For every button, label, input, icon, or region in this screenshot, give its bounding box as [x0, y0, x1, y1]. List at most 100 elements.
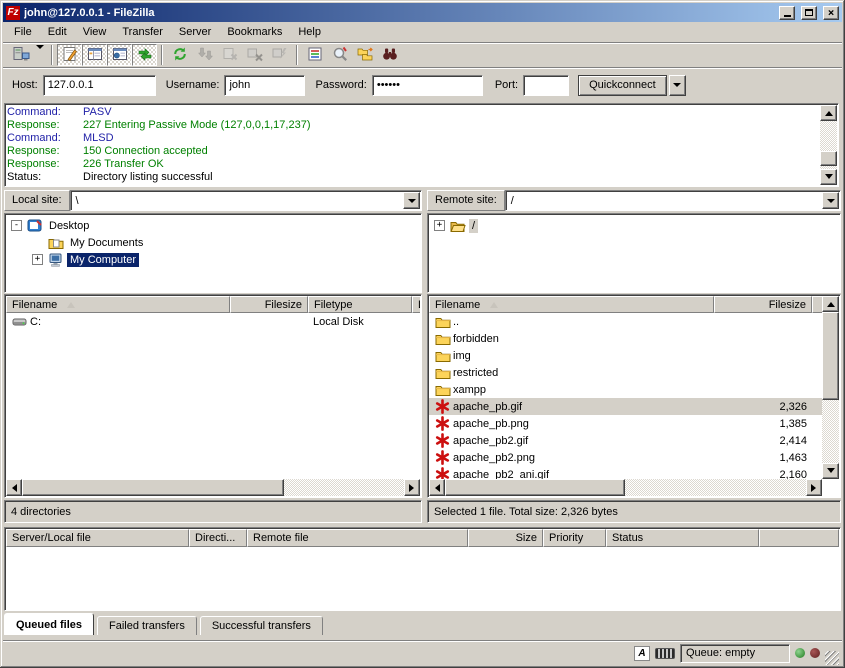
remote-file-row[interactable]: apache_pb.png1,385: [429, 415, 822, 432]
column-header-filename[interactable]: Filename: [429, 296, 714, 313]
title-bar[interactable]: Fz john@127.0.0.1 - FileZilla ×: [3, 3, 842, 22]
column-header-status[interactable]: Status: [606, 529, 759, 547]
port-input[interactable]: [523, 75, 569, 96]
remote-cell-filesize: [714, 381, 812, 398]
refresh-icon: [172, 46, 188, 65]
menu-item-transfer[interactable]: Transfer: [114, 23, 171, 41]
menu-item-edit[interactable]: Edit: [40, 23, 75, 41]
tab-queued-files[interactable]: Queued files: [4, 613, 94, 635]
message-log-scrollbar[interactable]: [820, 105, 837, 185]
column-header-server-local-file[interactable]: Server/Local file: [6, 529, 189, 547]
tab-failed-transfers[interactable]: Failed transfers: [97, 616, 197, 635]
scrollbar-thumb[interactable]: [22, 479, 284, 496]
synchronized-browsing-button[interactable]: [352, 44, 377, 66]
expand-plus-icon[interactable]: +: [434, 220, 445, 231]
column-header-filetype[interactable]: Filetype: [308, 296, 412, 313]
remote-file-row[interactable]: restricted: [429, 364, 822, 381]
scroll-left-button[interactable]: [429, 479, 445, 496]
menu-item-view[interactable]: View: [75, 23, 115, 41]
scrollbar-thumb[interactable]: [445, 479, 625, 496]
find-files-button[interactable]: [377, 44, 402, 66]
remote-file-row[interactable]: ..: [429, 313, 822, 330]
remote-file-row[interactable]: xampp: [429, 381, 822, 398]
local-hscrollbar[interactable]: [6, 479, 420, 496]
scroll-right-button[interactable]: [806, 479, 822, 496]
collapse-minus-icon[interactable]: -: [11, 220, 22, 231]
local-cell-filesize: [230, 313, 308, 330]
remote-site-combo[interactable]: /: [505, 190, 841, 211]
tree-item--[interactable]: +/: [428, 217, 840, 234]
menu-item-bookmarks[interactable]: Bookmarks: [219, 23, 290, 41]
local-cell-filename: C:: [6, 313, 230, 330]
quickconnect-dropdown-button[interactable]: [669, 75, 686, 96]
site-manager-dropdown-button[interactable]: [33, 44, 47, 66]
column-header-filesize[interactable]: Filesize: [714, 296, 812, 313]
filename-text: C:: [30, 316, 41, 328]
menu-item-help[interactable]: Help: [290, 23, 329, 41]
column-header-filename[interactable]: Filename: [6, 296, 230, 313]
column-header-size[interactable]: Size: [468, 529, 543, 547]
site-manager-button[interactable]: [8, 44, 33, 66]
menu-item-file[interactable]: File: [6, 23, 40, 41]
reconnect-button[interactable]: [267, 44, 292, 66]
chevron-down-icon: [827, 199, 835, 207]
filezilla-window: Fz john@127.0.0.1 - FileZilla × FileEdit…: [0, 0, 845, 668]
toggle-local-tree-button[interactable]: [82, 44, 107, 66]
username-input[interactable]: [224, 75, 305, 96]
local-site-dropdown-button[interactable]: [403, 192, 420, 209]
cancel-operation-button[interactable]: [217, 44, 242, 66]
local-file-row[interactable]: C:Local Disk: [6, 313, 420, 330]
remote-file-row[interactable]: apache_pb2.gif2,414: [429, 432, 822, 449]
remote-file-row[interactable]: forbidden: [429, 330, 822, 347]
remote-site-dropdown-button[interactable]: [822, 192, 839, 209]
toggle-queue-button[interactable]: [132, 44, 157, 66]
scroll-down-button[interactable]: [822, 463, 839, 479]
close-button[interactable]: ×: [823, 6, 839, 20]
toggle-remote-tree-button[interactable]: [107, 44, 132, 66]
remote-cell-filename: restricted: [429, 364, 714, 381]
refresh-button[interactable]: [167, 44, 192, 66]
column-header-filesize[interactable]: Filesize: [230, 296, 308, 313]
remote-file-row[interactable]: apache_pb2.png1,463: [429, 449, 822, 466]
process-queue-button[interactable]: [192, 44, 217, 66]
scrollbar-thumb[interactable]: [820, 151, 837, 166]
expand-plus-icon[interactable]: +: [32, 254, 43, 265]
log-line-text: Directory listing successful: [83, 171, 213, 184]
maximize-button[interactable]: [801, 6, 817, 20]
local-site-combo[interactable]: \: [70, 190, 422, 211]
remote-pane: Remote site: / +/ FilenameFilesize ..for…: [427, 190, 841, 523]
scroll-right-button[interactable]: [404, 479, 420, 496]
column-header-remote-file[interactable]: Remote file: [247, 529, 468, 547]
menu-item-server[interactable]: Server: [171, 23, 219, 41]
scroll-up-button[interactable]: [822, 296, 839, 312]
tree-item-label: My Computer: [67, 253, 139, 267]
tree-item-my-computer[interactable]: + My Computer: [5, 251, 421, 268]
filename-filters-button[interactable]: [302, 44, 327, 66]
quickconnect-button[interactable]: Quickconnect: [578, 75, 667, 96]
tab-successful-transfers[interactable]: Successful transfers: [200, 616, 323, 635]
resize-grip[interactable]: [825, 651, 839, 665]
speedlimit-indicator-icon[interactable]: [655, 648, 675, 659]
remote-file-row[interactable]: apache_pb.gif2,326: [429, 398, 822, 415]
column-header-priority[interactable]: Priority: [543, 529, 606, 547]
site-manager-icon: [12, 46, 30, 65]
column-header-directi-[interactable]: Directi...: [189, 529, 247, 547]
host-input[interactable]: [43, 75, 156, 96]
column-header-l[interactable]: L: [412, 296, 420, 313]
tree-item-my-documents[interactable]: My Documents: [5, 234, 421, 251]
toggle-message-log-button[interactable]: [57, 44, 82, 66]
scroll-up-button[interactable]: [820, 105, 837, 121]
remote-file-row[interactable]: img: [429, 347, 822, 364]
directory-comparison-button[interactable]: [327, 44, 352, 66]
scroll-down-button[interactable]: [820, 169, 837, 185]
synchronized-browsing-icon: [357, 46, 373, 65]
remote-vscrollbar[interactable]: [822, 296, 839, 479]
disconnect-button[interactable]: [242, 44, 267, 66]
password-input[interactable]: [372, 75, 483, 96]
remote-hscrollbar[interactable]: [429, 479, 822, 496]
transfer-type-indicator-icon[interactable]: A: [634, 646, 650, 661]
tree-item-desktop[interactable]: -Desktop: [5, 217, 421, 234]
scrollbar-thumb[interactable]: [822, 312, 839, 400]
minimize-button[interactable]: [779, 6, 795, 20]
scroll-left-button[interactable]: [6, 479, 22, 496]
